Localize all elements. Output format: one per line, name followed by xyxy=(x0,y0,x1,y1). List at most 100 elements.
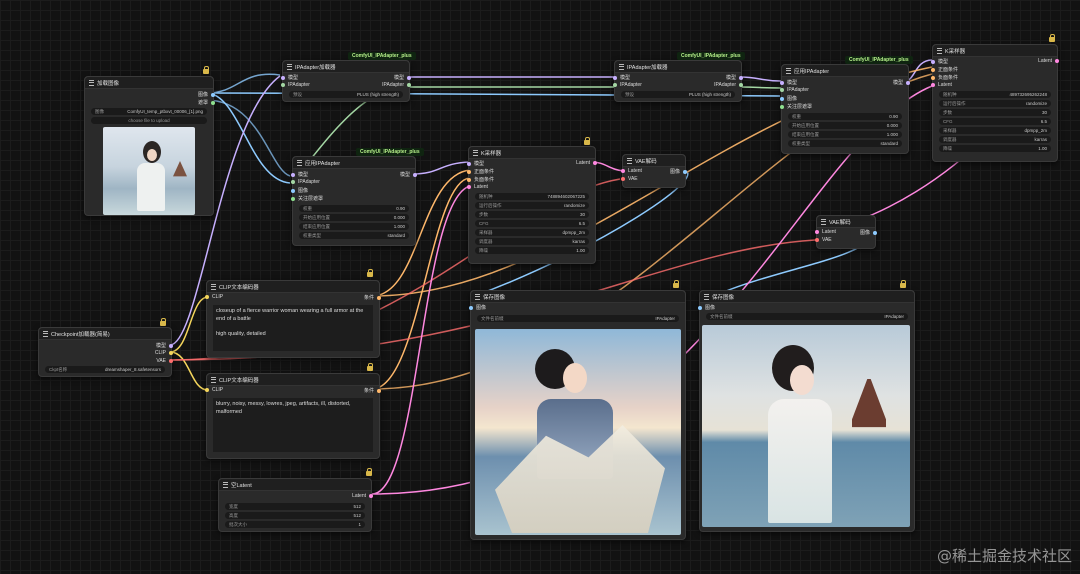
lock-icon[interactable] xyxy=(1049,34,1055,42)
port-dot-icon[interactable] xyxy=(931,59,935,64)
node-header[interactable]: 加载图像 xyxy=(85,77,213,89)
port-dot-icon[interactable] xyxy=(377,388,381,393)
lock-icon[interactable] xyxy=(673,280,679,288)
output-model[interactable]: 模型 xyxy=(156,342,173,349)
port-dot-icon[interactable] xyxy=(780,80,784,85)
lock-icon[interactable] xyxy=(366,468,372,476)
ksampler-node[interactable]: K采样器 模型 正面条件 负面条件 Latent Latent 随机种 74889… xyxy=(467,146,597,264)
clip-text-encode-negative[interactable]: CLIP文本编码器 CLIP 条件 blurry, noisy, messy, … xyxy=(205,373,381,459)
node-header[interactable]: Checkpoint加载器(简易) xyxy=(39,328,171,340)
node-header[interactable]: IPAdapter加载器 xyxy=(615,61,741,73)
input-image[interactable]: 图像 xyxy=(291,187,308,194)
port-dot-icon[interactable] xyxy=(291,180,295,184)
port-dot-icon[interactable] xyxy=(205,295,209,299)
lock-icon[interactable] xyxy=(203,66,209,74)
port-dot-icon[interactable] xyxy=(621,169,625,173)
load-image-node[interactable]: 加载图像 图像 遮罩 图像 ComfyUI_temp_ptbxvt_00006_[… xyxy=(84,76,215,216)
input-ipadapter[interactable]: IPAdapter xyxy=(281,82,310,88)
input-model[interactable]: 模型 xyxy=(931,58,948,65)
port-dot-icon[interactable] xyxy=(281,83,285,87)
menu-icon[interactable] xyxy=(627,157,632,164)
port-dot-icon[interactable] xyxy=(211,100,215,105)
port-dot-icon[interactable] xyxy=(169,351,173,355)
scheduler-select[interactable]: 调度器 karras xyxy=(475,238,589,245)
port-dot-icon[interactable] xyxy=(291,172,295,177)
port-dot-icon[interactable] xyxy=(906,80,910,85)
input-model[interactable]: 模型 xyxy=(281,74,298,81)
input-negative[interactable]: 负面条件 xyxy=(931,74,958,81)
seed-widget[interactable]: 随机种 748894602067225 xyxy=(475,193,589,200)
input-image[interactable]: 图像 xyxy=(469,304,486,311)
node-header[interactable]: CLIP文本编码器 xyxy=(207,374,379,386)
node-header[interactable]: CLIP文本编码器 xyxy=(207,281,379,293)
ksampler-node[interactable]: K采样器 模型 正面条件 负面条件 Latent Latent 随机种 48973… xyxy=(931,44,1059,162)
output-model[interactable]: 模型 xyxy=(394,74,411,81)
port-dot-icon[interactable] xyxy=(467,177,471,182)
start-at-widget[interactable]: 开始应用位置 0.000 xyxy=(788,122,902,129)
node-header[interactable]: 应用IPAdapter xyxy=(293,157,415,169)
input-latent[interactable]: Latent xyxy=(931,82,952,88)
port-dot-icon[interactable] xyxy=(377,295,381,300)
port-dot-icon[interactable] xyxy=(467,161,471,166)
port-dot-icon[interactable] xyxy=(931,83,935,87)
port-dot-icon[interactable] xyxy=(739,75,743,80)
prompt-textarea[interactable]: blurry, noisy, messy, lowres, jpeg, arti… xyxy=(213,398,373,452)
save-image-node[interactable]: 保存图像 图像 文件名前缀 IPAdapter xyxy=(469,290,686,540)
input-vae[interactable]: VAE xyxy=(815,237,832,243)
menu-icon[interactable] xyxy=(211,283,216,290)
save-image-node[interactable]: 保存图像 图像 文件名前缀 IPAdapter xyxy=(698,290,915,532)
preset-select[interactable]: 预设 PLUS (high strength) xyxy=(289,91,403,98)
port-dot-icon[interactable] xyxy=(413,172,417,177)
upload-button[interactable]: choose file to upload xyxy=(91,117,207,124)
menu-icon[interactable] xyxy=(89,79,94,86)
output-conditioning[interactable]: 条件 xyxy=(364,387,381,394)
checkpoint-loader-node[interactable]: Checkpoint加载器(简易) 模型 CLIP VAE Ckpt名称 drea… xyxy=(38,327,173,377)
port-dot-icon[interactable] xyxy=(815,230,819,234)
port-dot-icon[interactable] xyxy=(739,83,743,87)
port-dot-icon[interactable] xyxy=(469,305,473,310)
input-negative[interactable]: 负面条件 xyxy=(467,176,494,183)
menu-icon[interactable] xyxy=(786,67,791,74)
port-dot-icon[interactable] xyxy=(169,343,173,348)
apply-ipadapter-node[interactable]: 应用IPAdapter 模型 IPAdapter 图像 关注层遮罩 模型 权重 0… xyxy=(780,64,910,154)
output-clip[interactable]: CLIP xyxy=(155,350,173,356)
seed-widget[interactable]: 随机种 489732695262248 xyxy=(939,91,1051,98)
input-model[interactable]: 模型 xyxy=(291,171,308,178)
lock-icon[interactable] xyxy=(160,318,166,326)
empty-latent-node[interactable]: 空Latent Latent 宽度 512 高度 512 批次大小 1 xyxy=(218,478,373,532)
port-dot-icon[interactable] xyxy=(1055,59,1059,63)
port-dot-icon[interactable] xyxy=(467,185,471,189)
preset-select[interactable]: 预设 PLUS (high strength) xyxy=(621,91,735,98)
output-conditioning[interactable]: 条件 xyxy=(364,294,381,301)
height-widget[interactable]: 高度 512 xyxy=(225,512,365,519)
output-mask[interactable]: 遮罩 xyxy=(198,99,215,106)
width-widget[interactable]: 宽度 512 xyxy=(225,503,365,510)
node-header[interactable]: K采样器 xyxy=(933,45,1057,57)
output-model[interactable]: 模型 xyxy=(400,171,417,178)
port-dot-icon[interactable] xyxy=(369,494,373,498)
input-image[interactable]: 图像 xyxy=(780,95,797,102)
node-header[interactable]: 保存图像 xyxy=(700,291,914,303)
end-at-widget[interactable]: 结束应用位置 1.000 xyxy=(299,223,409,230)
port-dot-icon[interactable] xyxy=(467,169,471,174)
clip-text-encode-positive[interactable]: CLIP文本编码器 CLIP 条件 closeup of a fierce wa… xyxy=(205,280,381,358)
ipadapter-loader-node[interactable]: IPAdapter加载器 模型 IPAdapter 模型 IPAdapter 预… xyxy=(281,60,411,102)
batch-size-widget[interactable]: 批次大小 1 xyxy=(225,521,365,528)
input-positive[interactable]: 正面条件 xyxy=(931,66,958,73)
output-model[interactable]: 模型 xyxy=(893,79,910,86)
port-dot-icon[interactable] xyxy=(698,305,702,310)
menu-icon[interactable] xyxy=(473,149,478,156)
menu-icon[interactable] xyxy=(297,159,302,166)
node-header[interactable]: 保存图像 xyxy=(471,291,685,303)
input-attn-mask[interactable]: 关注层遮罩 xyxy=(291,195,323,202)
lock-icon[interactable] xyxy=(900,280,906,288)
output-image[interactable]: 图像 xyxy=(860,229,877,236)
output-latent[interactable]: Latent xyxy=(1038,58,1059,64)
port-dot-icon[interactable] xyxy=(873,230,877,235)
apply-ipadapter-node[interactable]: 应用IPAdapter 模型 IPAdapter 图像 关注层遮罩 模型 权重 0… xyxy=(291,156,417,246)
end-at-widget[interactable]: 结束应用位置 1.000 xyxy=(788,131,902,138)
port-dot-icon[interactable] xyxy=(593,161,597,165)
menu-icon[interactable] xyxy=(211,376,216,383)
vae-decode-node[interactable]: VAE解码 Latent VAE 图像 xyxy=(815,215,877,249)
input-vae[interactable]: VAE xyxy=(621,176,638,182)
